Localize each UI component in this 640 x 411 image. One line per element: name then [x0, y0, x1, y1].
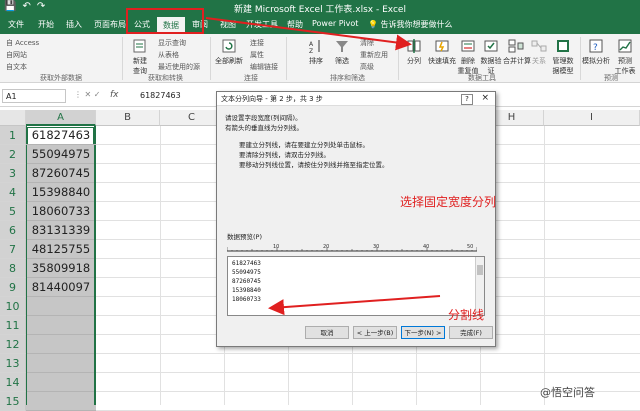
cell-a[interactable]: 61827463 — [26, 126, 96, 145]
arrow-to-split-line — [268, 295, 441, 316]
annotation-arrows — [205, 17, 441, 316]
arrow-to-text-to-columns — [205, 17, 412, 51]
watermark: @悟空问答 — [540, 386, 595, 399]
